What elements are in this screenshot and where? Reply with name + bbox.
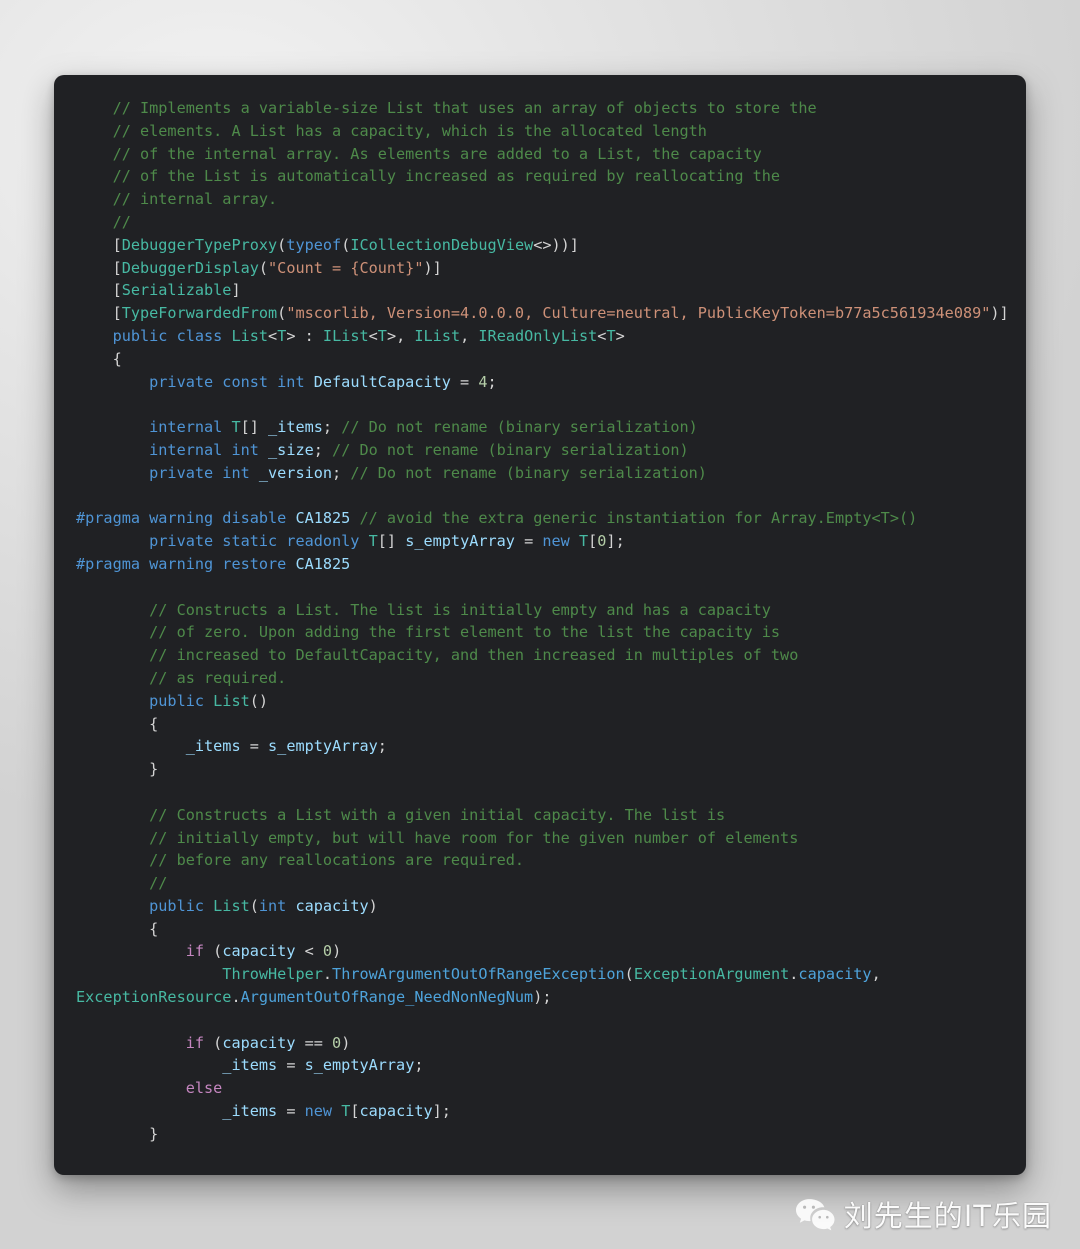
code-panel: // Implements a variable-size List that … (54, 75, 1026, 1175)
watermark-text: 刘先生的IT乐园 (843, 1198, 1052, 1233)
wechat-icon (795, 1197, 835, 1235)
code-block: // Implements a variable-size List that … (76, 99, 1009, 1143)
watermark: 刘先生的IT乐园 (795, 1197, 1052, 1235)
